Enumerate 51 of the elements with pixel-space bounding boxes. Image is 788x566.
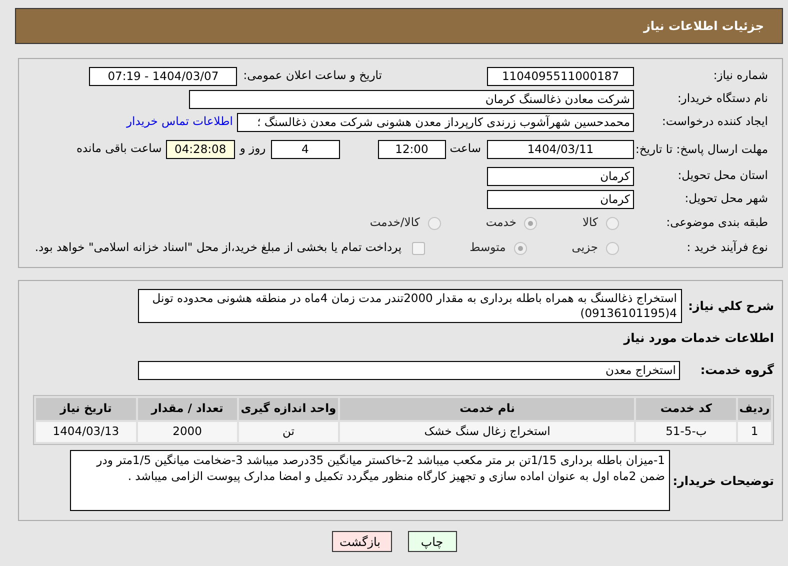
- column-header: ردیف: [738, 398, 771, 420]
- column-header: واحد اندازه گیری: [238, 398, 338, 420]
- field-label: تاریخ و ساعت اعلان عمومی:: [243, 67, 382, 84]
- text-field[interactable]: کرمان: [487, 190, 634, 208]
- field-label: شهر محل تحویل:: [684, 190, 769, 208]
- radio-label: جزیی: [572, 239, 598, 256]
- field-label: طبقه بندی موضوعی:: [665, 214, 769, 232]
- field-label: مهلت ارسال پاسخ: تا تاریخ:: [634, 142, 769, 156]
- field-label: شرح کلي نیاز:: [687, 298, 774, 315]
- back-button[interactable]: بازگشت: [332, 531, 392, 552]
- column-header: تاریخ نیاز: [36, 398, 136, 420]
- text-field[interactable]: 1404/03/11: [487, 140, 634, 158]
- column-header: تعداد / مقدار: [138, 398, 237, 420]
- text-field[interactable]: شرکت معادن ذغالسنگ کرمان: [189, 90, 634, 108]
- text-field[interactable]: کرمان: [487, 166, 634, 186]
- table-cell: 2000: [138, 422, 237, 442]
- notes-box[interactable]: 1-میزان باطله برداری 1/15تن بر متر مکعب میباشد 2-خاکستر میانگین 35درصد میباشد 3-ضخامت میانگین 1/5متر ودر ضمن 2ماه اول به عنوان اماده سازی و تجهیز کارگاه منظور میگردد تکمیل و امضا مدارک پیوست الزامی میباشد .: [70, 450, 670, 511]
- text-field[interactable]: 1104095511000187: [487, 66, 634, 86]
- section-title: اطلاعات خدمات مورد نیاز: [624, 330, 774, 347]
- radio-label: کالا: [582, 214, 598, 232]
- description-box[interactable]: استخراج ذغالسنگ به همراه باطله برداری به مقدار 2000تندر مدت زمان 4ماه در منطقه هشونی محدوده تونل 4(09136101195): [138, 289, 682, 323]
- table-cell: 1: [738, 422, 771, 442]
- table-cell: 1404/03/13: [36, 422, 136, 442]
- field-label: نوع فرآیند خرید :: [686, 239, 769, 256]
- field-label: استان محل تحویل:: [676, 167, 769, 184]
- text-field[interactable]: 04:28:08: [166, 140, 235, 158]
- column-header: کد خدمت: [636, 398, 736, 420]
- page-title: جزئیات اطلاعات نیاز: [15, 8, 783, 44]
- text-field[interactable]: استخراج معدن: [138, 360, 680, 380]
- table-cell: تن: [238, 422, 338, 442]
- field-label: ایجاد کننده درخواست:: [661, 113, 769, 130]
- text-field[interactable]: 12:00: [378, 140, 446, 158]
- contact-link[interactable]: اطلاعات تماس خریدار: [126, 113, 233, 131]
- field-label: شماره نیاز:: [712, 67, 769, 84]
- field-label: توضیحات خریدار:: [674, 472, 774, 490]
- radio-label: متوسط: [470, 239, 506, 256]
- field-label: نام دستگاه خریدار:: [676, 90, 769, 108]
- radio-label: کالا/خدمت: [370, 214, 420, 232]
- field-label: ساعت باقی مانده: [76, 140, 162, 158]
- column-header: نام خدمت: [340, 398, 634, 420]
- table-cell: ب-5-51: [636, 422, 736, 442]
- text-field[interactable]: 4: [270, 140, 340, 158]
- print-button[interactable]: چاپ: [408, 531, 456, 552]
- text-field[interactable]: محمدحسین شهرآشوب زرندی کارپرداز معدن هشونی شرکت معدن ذغالسنگ ؛: [237, 112, 634, 132]
- radio-label: خدمت: [486, 214, 516, 232]
- checkbox-label: پرداخت تمام یا بخشی از مبلغ خرید،از محل "اسناد خزانه اسلامی" خواهد بود.: [34, 239, 402, 256]
- field-label: روز و: [240, 140, 266, 158]
- field-label: گروه خدمت:: [699, 362, 774, 379]
- text-field[interactable]: 1404/03/07 - 07:19: [89, 66, 238, 86]
- table-cell: استخراج زغال سنگ خشک: [340, 422, 634, 442]
- field-label: ساعت: [450, 140, 481, 158]
